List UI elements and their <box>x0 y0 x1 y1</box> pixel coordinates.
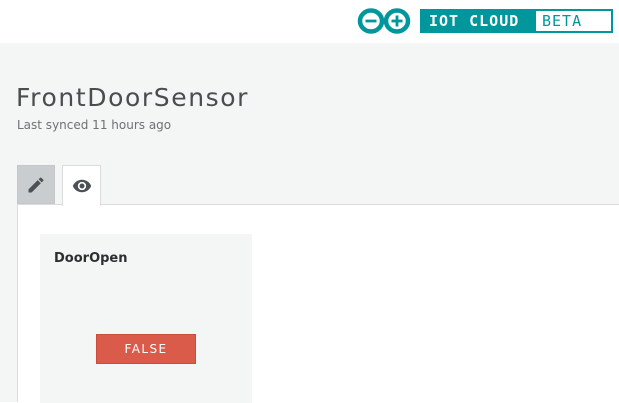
arduino-logo-icon[interactable] <box>357 8 411 34</box>
iot-cloud-brand[interactable]: IOT CLOUD BETA <box>420 9 613 33</box>
tab-view[interactable] <box>62 165 101 206</box>
last-synced-text: Last synced 11 hours ago <box>17 118 172 132</box>
status-badge: FALSE <box>96 334 196 364</box>
main-content: FrontDoorSensor Last synced 11 hours ago… <box>0 43 619 403</box>
tab-edit[interactable] <box>17 165 55 204</box>
eye-icon <box>72 179 91 193</box>
brand-main-label: IOT CLOUD <box>422 11 536 31</box>
top-bar: IOT CLOUD BETA <box>0 0 619 43</box>
widget-title: DoorOpen <box>54 251 128 266</box>
dashboard-panel: DoorOpen FALSE <box>17 204 619 403</box>
page-title: FrontDoorSensor <box>16 83 250 112</box>
pencil-icon <box>28 176 44 192</box>
brand-beta-label: BETA <box>536 11 611 31</box>
property-widget: DoorOpen FALSE <box>40 234 252 403</box>
